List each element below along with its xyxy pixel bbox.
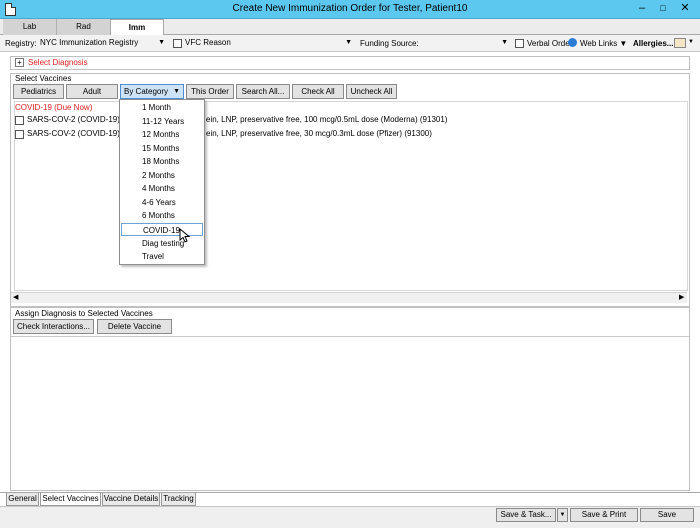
adult-button[interactable]: Adult <box>66 84 118 99</box>
divider <box>11 336 689 337</box>
web-links-button[interactable]: Web Links ▼ <box>580 39 627 48</box>
allergies-button[interactable]: Allergies... <box>633 39 673 48</box>
horizontal-scrollbar[interactable] <box>11 292 687 303</box>
vaccine-checkbox[interactable] <box>15 130 24 139</box>
menu-item[interactable]: 4 Months <box>121 182 203 195</box>
mouse-pointer-icon <box>179 228 190 243</box>
menu-item[interactable]: 6 Months <box>121 209 203 222</box>
save-and-task-button[interactable]: Save & Task... <box>496 508 556 522</box>
globe-icon <box>568 38 577 47</box>
check-all-button[interactable]: Check All <box>292 84 344 99</box>
save-button[interactable]: Save <box>640 508 694 522</box>
tab-select-vaccines[interactable]: Select Vaccines <box>40 493 101 506</box>
menu-item-highlighted[interactable]: COVID-19 <box>121 223 203 236</box>
menu-item[interactable]: 1 Month <box>121 101 203 114</box>
vfc-reason-select[interactable]: VFC Reason ▼ <box>182 37 354 50</box>
by-category-label: By Category <box>124 87 169 96</box>
expand-icon[interactable]: + <box>15 58 24 67</box>
funding-source-label: Funding Source: <box>360 39 419 48</box>
tab-tracking[interactable]: Tracking <box>161 493 196 506</box>
chevron-down-icon[interactable]: ▼ <box>688 39 694 45</box>
vfc-checkbox[interactable] <box>173 39 182 48</box>
tab-rad[interactable]: Rad <box>57 19 111 35</box>
pediatrics-button[interactable]: Pediatrics <box>13 84 64 99</box>
tab-vaccine-details[interactable]: Vaccine Details <box>102 493 160 506</box>
this-order-button[interactable]: This Order <box>186 84 234 99</box>
menu-item[interactable]: Diag testing <box>121 237 203 250</box>
menu-item[interactable]: 2 Months <box>121 169 203 182</box>
menu-item[interactable]: 18 Months <box>121 155 203 168</box>
maximize-icon[interactable]: □ <box>656 2 670 16</box>
assign-diagnosis-panel <box>10 307 690 491</box>
registry-select[interactable]: NYC Immunization Registry ▼ <box>37 37 167 50</box>
group-header: COVID-19 (Due Now) <box>15 103 93 112</box>
funding-source-select[interactable]: ▼ <box>412 37 510 50</box>
registry-value: NYC Immunization Registry <box>40 38 139 47</box>
tab-general[interactable]: General <box>6 493 39 506</box>
delete-vaccine-button[interactable]: Delete Vaccine <box>97 319 172 334</box>
select-diagnosis-label[interactable]: Select Diagnosis <box>28 58 88 67</box>
tab-imm[interactable]: Imm <box>110 19 164 36</box>
vaccine-label-suffix[interactable]: ein, LNP, preservative free, 100 mcg/0.5… <box>206 114 447 126</box>
registry-label: Registry: <box>5 39 37 48</box>
verbal-order-label: Verbal Order <box>527 39 573 48</box>
uncheck-all-button[interactable]: Uncheck All <box>346 84 397 99</box>
select-diagnosis-bar <box>10 56 690 70</box>
menu-item[interactable]: 4-6 Years <box>121 196 203 209</box>
menu-item[interactable]: 12 Months <box>121 128 203 141</box>
menu-item[interactable]: 15 Months <box>121 142 203 155</box>
vaccine-label-prefix[interactable]: SARS-COV-2 (COVID-19) va <box>27 114 131 126</box>
chevron-down-icon: ▼ <box>501 39 508 46</box>
chevron-down-icon: ▼ <box>173 88 180 95</box>
by-category-button[interactable]: By Category ▼ <box>120 84 184 99</box>
assign-diagnosis-title: Assign Diagnosis to Selected Vaccines <box>15 309 153 318</box>
close-icon[interactable]: ✕ <box>678 2 692 16</box>
vaccine-label-prefix[interactable]: SARS-COV-2 (COVID-19) va <box>27 128 131 140</box>
vfc-reason-label: VFC Reason <box>185 38 231 47</box>
vaccine-checkbox[interactable] <box>15 116 24 125</box>
check-interactions-button[interactable]: Check Interactions... <box>13 319 94 334</box>
chevron-down-icon: ▼ <box>158 39 165 46</box>
select-vaccines-title: Select Vaccines <box>15 74 72 83</box>
scroll-left-icon[interactable]: ◀ <box>13 293 18 301</box>
menu-item[interactable]: 11-12 Years <box>121 115 203 128</box>
tab-lab[interactable]: Lab <box>3 19 57 35</box>
category-menu: 1 Month 11-12 Years 12 Months 15 Months … <box>119 99 205 265</box>
search-all-button[interactable]: Search All... <box>236 84 290 99</box>
window-title: Create New Immunization Order for Tester… <box>232 3 468 14</box>
menu-item[interactable]: Travel <box>121 250 203 263</box>
chevron-down-icon[interactable]: ▼ <box>557 508 568 522</box>
chevron-down-icon: ▼ <box>345 39 352 46</box>
scroll-right-icon[interactable]: ▶ <box>679 293 684 301</box>
vaccine-label-suffix[interactable]: ein, LNP, preservative free, 30 mcg/0.3m… <box>206 128 432 140</box>
web-links-label: Web Links <box>580 39 618 48</box>
save-and-print-button[interactable]: Save & Print <box>570 508 638 522</box>
verbal-order-checkbox[interactable] <box>515 39 524 48</box>
minimize-icon[interactable]: – <box>635 2 649 16</box>
settings-icon[interactable] <box>674 38 686 48</box>
